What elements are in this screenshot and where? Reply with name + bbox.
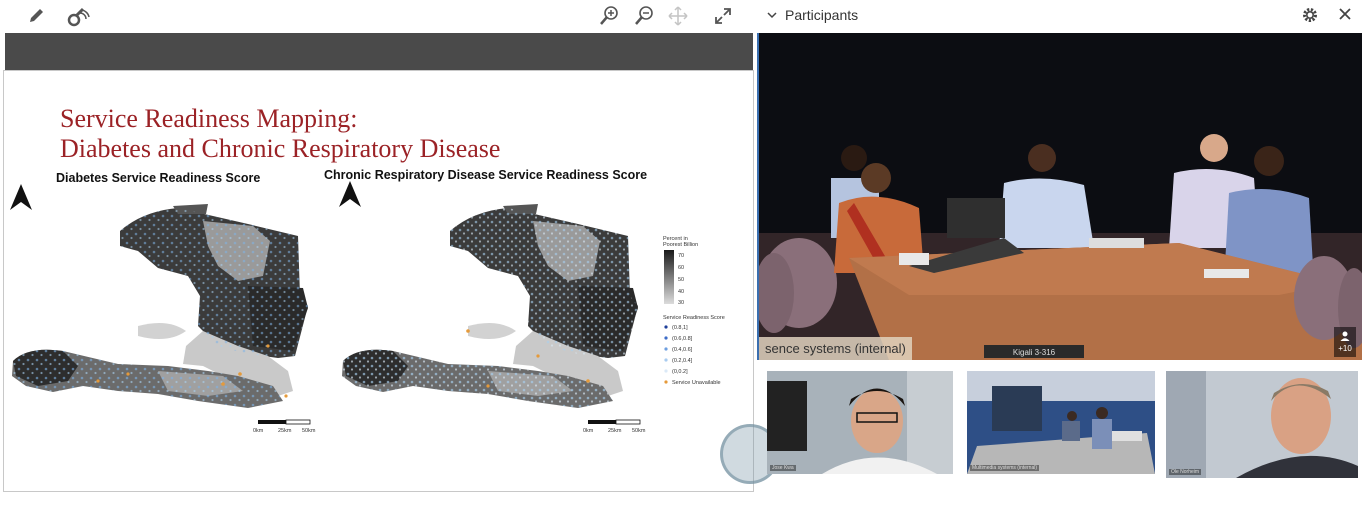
gear-icon[interactable] <box>1301 6 1319 24</box>
person-icon <box>1340 331 1350 341</box>
legend-tick: 50 <box>678 277 684 283</box>
participants-title: Participants <box>785 7 859 23</box>
right-haiti-map <box>342 204 638 408</box>
map-legend: Percent in Poorest Billion 70 60 50 40 3… <box>663 236 725 386</box>
left-haiti-map <box>12 204 308 408</box>
legend-tick: 30 <box>678 300 684 306</box>
scale-label: 0km <box>253 428 264 434</box>
thumbnail-label: Ole Norheim <box>1169 469 1202 475</box>
legend-score-item: (0.4,0.6] <box>672 347 693 353</box>
legend-swatch <box>664 336 668 340</box>
scale-label: 50km <box>302 428 316 434</box>
zoom-in-icon[interactable] <box>596 4 622 28</box>
scale-label: 25km <box>278 428 292 434</box>
participant-video <box>767 371 953 474</box>
left-map-title: Diabetes Service Readiness Score <box>56 171 261 185</box>
participant-thumbnail[interactable]: Jose Kwa <box>767 371 953 474</box>
legend-score-item: (0,0.2] <box>672 369 688 375</box>
slide-top-bar <box>5 33 753 70</box>
slide-title-line-2: Diabetes and Chronic Respiratory Disease <box>60 134 501 163</box>
chevron-down-icon[interactable] <box>767 11 777 19</box>
participant-count: +10 <box>1338 344 1352 353</box>
close-icon[interactable] <box>1338 7 1352 21</box>
legend-tick: 70 <box>678 253 684 259</box>
legend-swatch <box>664 347 668 351</box>
legend-swatch <box>664 380 668 384</box>
presentation-toolbar <box>0 0 752 33</box>
participant-count-badge[interactable]: +10 <box>1334 327 1356 357</box>
participant-thumbnail[interactable]: Ole Norheim <box>1166 371 1358 478</box>
right-scale-bar: 0km 25km 50km <box>583 419 646 434</box>
main-video-feed[interactable]: Kigali 3-316 sence systems (internal) +1… <box>757 33 1362 360</box>
scale-label: 0km <box>583 428 594 434</box>
thumbnail-label: Multimedia systems (internal) <box>970 465 1040 471</box>
legend-swatch <box>664 369 668 373</box>
conference-room-video: Kigali 3-316 <box>759 33 1362 360</box>
slide-title: Service Readiness Mapping: Diabetes and … <box>60 104 500 164</box>
participant-video <box>967 371 1155 474</box>
expand-icon[interactable] <box>710 4 736 28</box>
zoom-out-icon[interactable] <box>631 4 657 28</box>
pan-icon[interactable] <box>665 4 691 28</box>
legend-score-item: (0.6,0.8] <box>672 336 693 342</box>
legend-score-title: Service Readiness Score <box>663 315 725 321</box>
legend-poorest-title-2: Poorest Billion <box>663 242 698 248</box>
scale-label: 50km <box>632 428 646 434</box>
legend-score-item: Service Unavailable <box>672 380 721 386</box>
room-sign: Kigali 3-316 <box>1013 348 1056 357</box>
participant-video <box>1166 371 1358 478</box>
participants-header: Participants <box>760 0 1366 32</box>
right-map-title: Chronic Respiratory Disease Service Read… <box>324 168 648 182</box>
legend-swatch <box>664 358 668 362</box>
legend-score-item: (0.8,1] <box>672 325 688 331</box>
left-scale-bar: 0km 25km 50km <box>253 419 316 434</box>
legend-tick: 60 <box>678 265 684 271</box>
thumbnail-label: Jose Kwa <box>770 465 796 471</box>
laser-pointer-icon[interactable] <box>65 4 91 28</box>
legend-gradient-bar <box>664 250 674 304</box>
scale-label: 25km <box>608 428 622 434</box>
slide-title-line-1: Service Readiness Mapping: <box>60 104 358 133</box>
pencil-icon[interactable] <box>23 4 49 28</box>
participant-thumbnail[interactable]: Multimedia systems (internal) <box>967 371 1155 474</box>
legend-swatch <box>664 325 668 329</box>
legend-score-item: (0.2,0.4] <box>672 358 693 364</box>
legend-tick: 40 <box>678 289 684 295</box>
main-video-label: sence systems (internal) <box>759 337 912 360</box>
